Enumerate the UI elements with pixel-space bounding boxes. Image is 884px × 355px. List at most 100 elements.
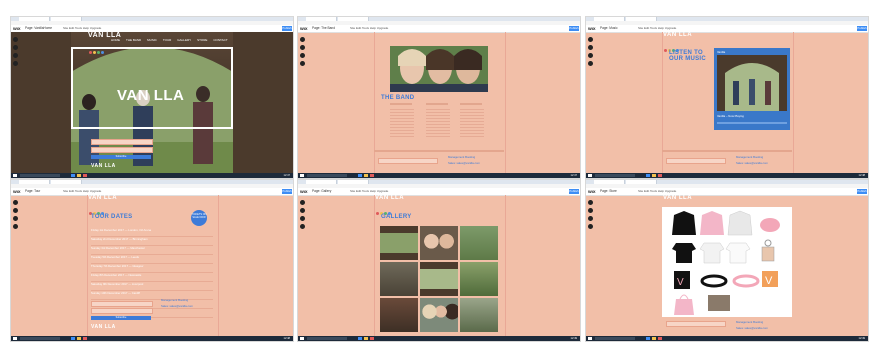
chrome-icon[interactable] bbox=[83, 337, 87, 340]
chrome-icon[interactable] bbox=[370, 174, 374, 177]
footer-link-sales[interactable]: Sales: sales@vanilla.com bbox=[161, 304, 193, 308]
add-icon[interactable] bbox=[13, 37, 18, 42]
edge-icon[interactable] bbox=[646, 337, 650, 340]
apps-icon[interactable] bbox=[588, 61, 593, 66]
explorer-icon[interactable] bbox=[652, 174, 656, 177]
publish-button[interactable]: Publish bbox=[857, 189, 867, 194]
taskbar-search[interactable] bbox=[20, 337, 60, 340]
chrome-icon[interactable] bbox=[658, 174, 662, 177]
taskbar-search[interactable] bbox=[595, 174, 635, 177]
background-icon[interactable] bbox=[588, 45, 593, 50]
publish-button[interactable]: Publish bbox=[282, 189, 292, 194]
editor-menu[interactable]: Site Edit Tools Help Upgrade bbox=[63, 26, 101, 31]
add-icon[interactable] bbox=[300, 37, 305, 42]
windows-start-icon[interactable] bbox=[588, 174, 592, 177]
background-icon[interactable] bbox=[300, 45, 305, 50]
footer-link-booking[interactable]: Management Booking bbox=[736, 320, 763, 324]
nav-music[interactable]: MUSIC bbox=[147, 38, 157, 42]
gallery-photo[interactable] bbox=[380, 226, 418, 260]
taskbar-search[interactable] bbox=[595, 337, 635, 340]
background-icon[interactable] bbox=[588, 208, 593, 213]
explorer-icon[interactable] bbox=[364, 337, 368, 340]
edge-icon[interactable] bbox=[646, 174, 650, 177]
footer-link-sales[interactable]: Sales: sales@vanilla.com bbox=[448, 161, 480, 165]
explorer-icon[interactable] bbox=[77, 174, 81, 177]
play-progress[interactable] bbox=[717, 122, 787, 124]
apps-icon[interactable] bbox=[300, 224, 305, 229]
site-logo[interactable]: VAN LLA bbox=[663, 195, 692, 201]
gallery-photo[interactable] bbox=[460, 298, 498, 332]
gallery-photo[interactable] bbox=[420, 226, 458, 260]
page-selector[interactable]: Page: The Band bbox=[312, 26, 335, 31]
footer-link-sales[interactable]: Sales: sales@vanilla.com bbox=[736, 161, 768, 165]
nav-store[interactable]: STORE bbox=[197, 38, 207, 42]
apps-icon[interactable] bbox=[300, 61, 305, 66]
subscribe-button[interactable]: Subscribe bbox=[91, 155, 151, 159]
page-selector[interactable]: Page: Music bbox=[600, 26, 618, 31]
site-logo[interactable]: VAN LLA bbox=[375, 195, 404, 201]
apps-icon[interactable] bbox=[588, 224, 593, 229]
subscribe-button[interactable]: Subscribe bbox=[91, 316, 151, 320]
nav-the-band[interactable]: THE BAND bbox=[126, 38, 141, 42]
add-icon[interactable] bbox=[13, 200, 18, 205]
explorer-icon[interactable] bbox=[77, 337, 81, 340]
footer-link-sales[interactable]: Sales: sales@vanilla.com bbox=[736, 326, 768, 330]
site-logo[interactable]: VAN LLA bbox=[88, 195, 117, 201]
nav-tour[interactable]: TOUR bbox=[163, 38, 171, 42]
editor-menu[interactable]: Site Edit Tools Help Upgrade bbox=[638, 26, 676, 31]
editor-menu[interactable]: Site Edit Tools Help Upgrade bbox=[350, 26, 388, 31]
taskbar-search[interactable] bbox=[307, 337, 347, 340]
music-player[interactable]: Vanilla Vanilla – Now Playing bbox=[714, 48, 790, 130]
windows-start-icon[interactable] bbox=[300, 174, 304, 177]
page-selector[interactable]: Page: Store bbox=[600, 189, 617, 194]
gallery-photo[interactable] bbox=[420, 262, 458, 296]
editor-menu[interactable]: Site Edit Tools Help Upgrade bbox=[350, 189, 388, 194]
edge-icon[interactable] bbox=[358, 337, 362, 340]
footer-link-booking[interactable]: Management Booking bbox=[161, 298, 188, 302]
gallery-photo[interactable] bbox=[460, 262, 498, 296]
windows-start-icon[interactable] bbox=[588, 337, 592, 340]
email-input[interactable] bbox=[666, 321, 726, 327]
add-icon[interactable] bbox=[588, 37, 593, 42]
explorer-icon[interactable] bbox=[652, 337, 656, 340]
publish-button[interactable]: Publish bbox=[857, 26, 867, 31]
windows-start-icon[interactable] bbox=[300, 337, 304, 340]
email-input[interactable] bbox=[91, 301, 153, 307]
nav-home[interactable]: HOME bbox=[111, 38, 120, 42]
email-input[interactable] bbox=[666, 158, 726, 164]
gallery-photo[interactable] bbox=[380, 262, 418, 296]
publish-button[interactable]: Publish bbox=[569, 189, 579, 194]
publish-button[interactable]: Publish bbox=[569, 26, 579, 31]
media-icon[interactable] bbox=[588, 216, 593, 221]
page-selector[interactable]: Page: Gallery bbox=[312, 189, 331, 194]
nav-gallery[interactable]: GALLERY bbox=[177, 38, 191, 42]
apps-icon[interactable] bbox=[13, 224, 18, 229]
media-icon[interactable] bbox=[300, 53, 305, 58]
explorer-icon[interactable] bbox=[364, 174, 368, 177]
editor-menu[interactable]: Site Edit Tools Help Upgrade bbox=[638, 189, 676, 194]
footer-link-booking[interactable]: Management Booking bbox=[736, 155, 763, 159]
name-input[interactable] bbox=[91, 147, 153, 153]
taskbar-search[interactable] bbox=[20, 174, 60, 177]
editor-menu[interactable]: Site Edit Tools Help Upgrade bbox=[63, 189, 101, 194]
add-icon[interactable] bbox=[300, 200, 305, 205]
publish-button[interactable]: Publish bbox=[282, 26, 292, 31]
chrome-icon[interactable] bbox=[370, 337, 374, 340]
background-icon[interactable] bbox=[300, 208, 305, 213]
media-icon[interactable] bbox=[13, 216, 18, 221]
gallery-photo[interactable] bbox=[380, 298, 418, 332]
edge-icon[interactable] bbox=[71, 337, 75, 340]
background-icon[interactable] bbox=[13, 208, 18, 213]
nav-contact[interactable]: CONTACT bbox=[213, 38, 227, 42]
media-icon[interactable] bbox=[300, 216, 305, 221]
page-selector[interactable]: Page: Tour bbox=[25, 189, 40, 194]
windows-start-icon[interactable] bbox=[13, 174, 17, 177]
gallery-photo[interactable] bbox=[460, 226, 498, 260]
tickets-badge[interactable]: TICKETS ON SALE NOW bbox=[191, 210, 207, 226]
chrome-icon[interactable] bbox=[83, 174, 87, 177]
page-selector[interactable]: Page: VanillaHome bbox=[25, 26, 52, 31]
edge-icon[interactable] bbox=[71, 174, 75, 177]
email-input[interactable] bbox=[378, 158, 438, 164]
site-logo[interactable]: VAN LLA bbox=[663, 32, 692, 38]
apps-icon[interactable] bbox=[13, 61, 18, 66]
